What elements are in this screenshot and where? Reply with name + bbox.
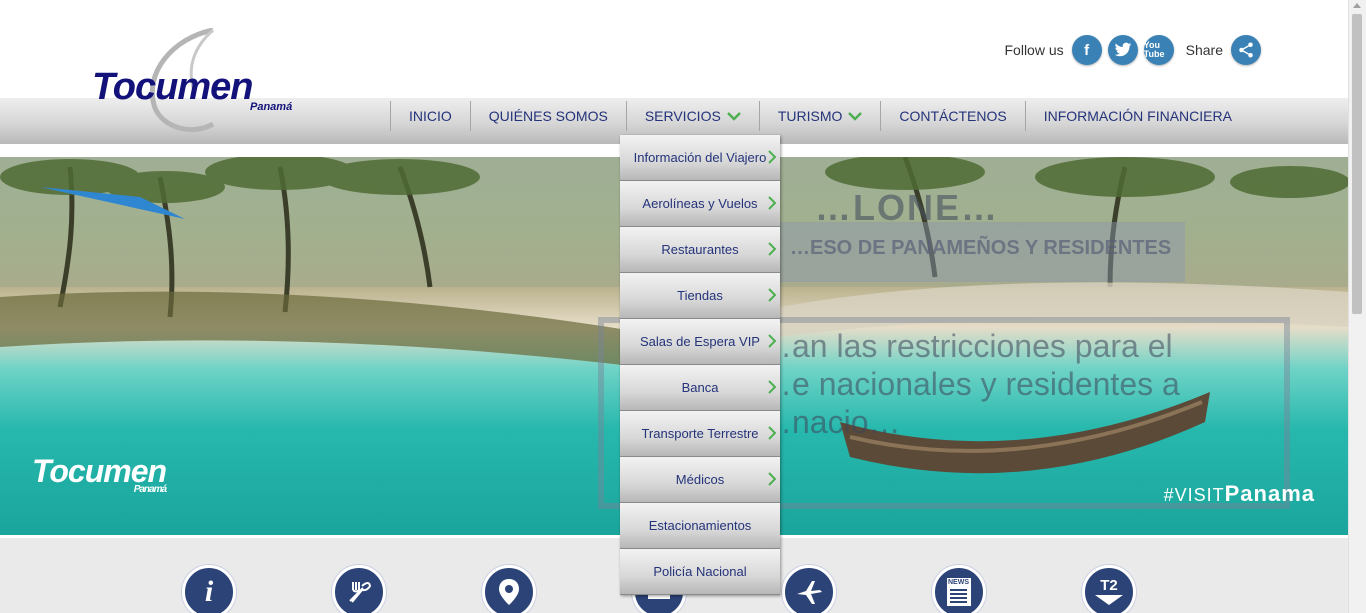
nav-label: INFORMACIÓN FINANCIERA <box>1043 108 1232 124</box>
menu-item-label: Restaurantes <box>661 242 739 257</box>
scroll-up-icon[interactable] <box>1353 3 1361 8</box>
menu-item-transporte-terrestre[interactable]: Transporte Terrestre <box>620 411 780 457</box>
menu-item-policia-nacional[interactable]: Policía Nacional <box>620 549 780 595</box>
share-label: Share <box>1185 42 1223 58</box>
airplane-icon[interactable] <box>782 565 836 613</box>
youtube-icon[interactable]: You Tube <box>1143 35 1174 65</box>
chevron-right-icon <box>768 196 776 210</box>
chevron-right-icon <box>768 242 776 256</box>
news-icon[interactable]: NEWS <box>932 565 986 613</box>
menu-item-tiendas[interactable]: Tiendas <box>620 273 780 319</box>
twitter-icon[interactable] <box>1107 35 1138 65</box>
hero-overlay-line: …e nacionales y residentes a <box>760 366 1180 402</box>
chevron-down-icon <box>726 111 741 121</box>
nav-contactenos[interactable]: CONTÁCTENOS <box>880 101 1024 131</box>
nav-inicio[interactable]: INICIO <box>390 101 470 131</box>
nav-label: TURISMO <box>777 108 843 124</box>
chevron-right-icon <box>768 380 776 394</box>
location-pin-icon[interactable] <box>482 565 536 613</box>
social-bar: Follow us f You Tube Share <box>999 35 1261 65</box>
vertical-scrollbar[interactable] <box>1348 0 1366 613</box>
hero-overlay-line: …nacio… <box>760 404 901 440</box>
chevron-down-icon <box>848 111 863 121</box>
menu-item-banca[interactable]: Banca <box>620 365 780 411</box>
info-icon-glyph: i <box>204 575 214 608</box>
t2-icon-text: T2 <box>1100 577 1118 594</box>
menu-item-restaurantes[interactable]: Restaurantes <box>620 227 780 273</box>
nav-label: INICIO <box>409 108 452 124</box>
news-lines <box>950 589 967 591</box>
chevron-right-icon <box>768 426 776 440</box>
menu-item-aerolineas-y-vuelos[interactable]: Aerolíneas y Vuelos <box>620 181 780 227</box>
info-icon[interactable]: i <box>182 565 236 613</box>
restaurant-icon[interactable] <box>332 565 386 613</box>
menu-item-label: Médicos <box>675 472 725 487</box>
hero-tocumen-watermark: Tocumen Panamá <box>32 453 167 495</box>
page: Tocumen Panamá Follow us f You Tube Shar… <box>0 0 1349 613</box>
follow-us-label: Follow us <box>1004 42 1064 58</box>
menu-item-label: Información del Viajero <box>633 150 767 165</box>
terminal-2-icon[interactable]: T2 <box>1082 565 1136 613</box>
visit-brand: Panama <box>1224 481 1315 506</box>
visit-panama-logo: #VISITPanama <box>1164 481 1315 507</box>
facebook-icon[interactable]: f <box>1071 35 1102 65</box>
menu-item-label: Banca <box>681 380 719 395</box>
hero-overlay-band-text: …ESO DE PANAMEÑOS Y RESIDENTES <box>790 237 1172 259</box>
nav-label: SERVICIOS <box>644 108 721 124</box>
menu-item-label: Salas de Espera VIP <box>640 334 760 349</box>
hero-overlay-line: …an las restricciones para el <box>760 328 1173 364</box>
menu-item-label: Aerolíneas y Vuelos <box>642 196 758 211</box>
youtube-text: You Tube <box>1143 40 1165 59</box>
nav-servicios[interactable]: SERVICIOS <box>625 101 759 131</box>
chevron-right-icon <box>768 288 776 302</box>
chevron-right-icon <box>768 472 776 486</box>
news-icon-text: NEWS <box>948 579 969 586</box>
chevron-right-icon <box>768 334 776 348</box>
chevron-right-icon <box>768 150 776 164</box>
share-icon[interactable] <box>1231 35 1261 65</box>
tocumen-logo[interactable]: Tocumen Panamá <box>88 28 308 138</box>
news-card: NEWS <box>946 577 972 607</box>
menu-item-label: Transporte Terrestre <box>641 426 759 441</box>
t2-arrow-icon <box>1095 595 1123 605</box>
menu-item-salas-de-espera-vip[interactable]: Salas de Espera VIP <box>620 319 780 365</box>
menu-item-informacion-del-viajero[interactable]: Información del Viajero <box>620 135 780 181</box>
nav-informacion-financiera[interactable]: INFORMACIÓN FINANCIERA <box>1024 101 1250 131</box>
menu-item-label: Estacionamientos <box>648 518 752 533</box>
visit-prefix: #VISIT <box>1163 485 1225 505</box>
logo-word: Tocumen <box>92 66 253 108</box>
servicios-dropdown: Información del Viajero Aerolíneas y Vue… <box>620 135 780 595</box>
nav-label: QUIÉNES SOMOS <box>488 108 608 124</box>
menu-item-medicos[interactable]: Médicos <box>620 457 780 503</box>
nav-label: CONTÁCTENOS <box>899 108 1007 124</box>
nav-quienes-somos[interactable]: QUIÉNES SOMOS <box>469 101 626 131</box>
logo-sub: Panamá <box>250 101 293 113</box>
main-nav: INICIO QUIÉNES SOMOS SERVICIOS TURISMO C… <box>390 98 1250 144</box>
hero-overlay-title: …LONE… <box>815 187 1000 228</box>
menu-item-label: Tiendas <box>677 288 723 303</box>
nav-turismo[interactable]: TURISMO <box>758 101 881 131</box>
menu-item-label: Policía Nacional <box>653 564 747 579</box>
scrollbar-thumb[interactable] <box>1352 14 1362 314</box>
menu-item-estacionamientos[interactable]: Estacionamientos <box>620 503 780 549</box>
hero-overlay-paragraph: …an las restricciones para el …e naciona… <box>760 327 1180 441</box>
t2-badge: T2 <box>1094 578 1124 606</box>
